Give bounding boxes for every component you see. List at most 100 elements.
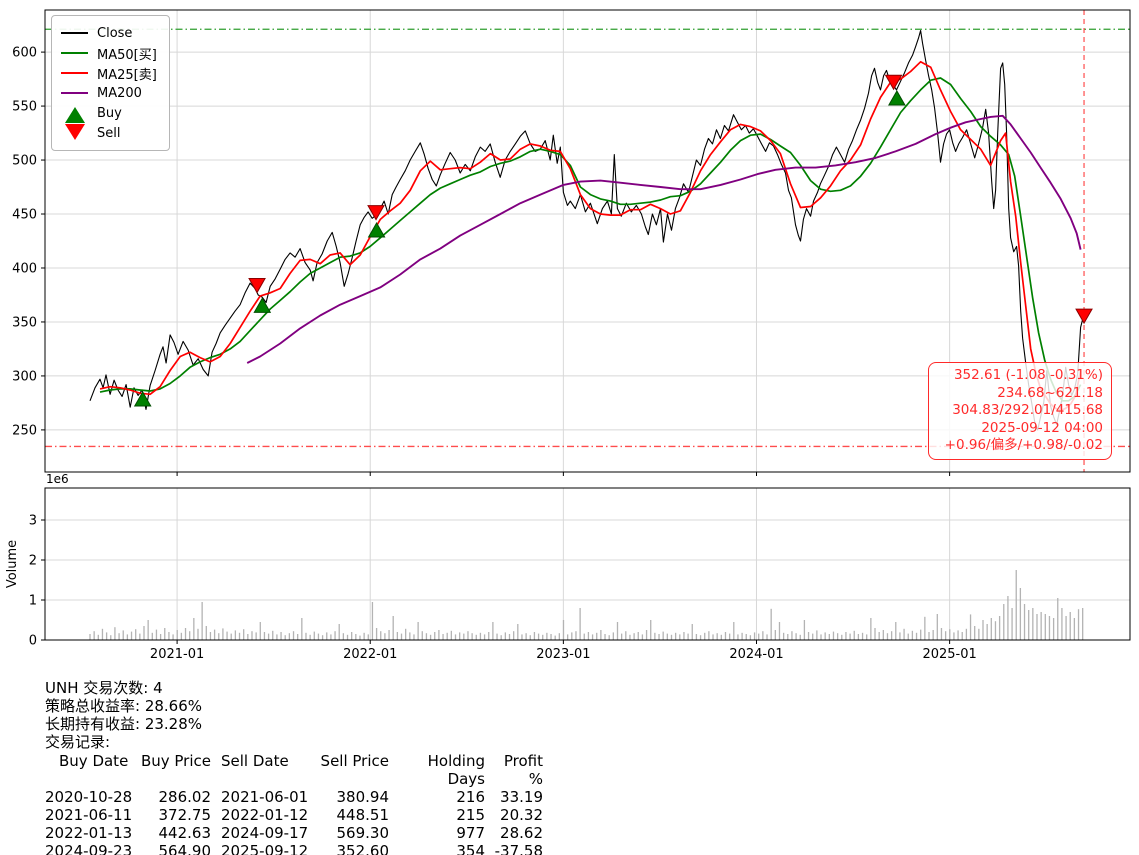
volume-bar <box>638 632 639 640</box>
trade-log-title: 交易记录: <box>45 733 543 751</box>
volume-bar <box>895 622 896 640</box>
price-ytick-label: 400 <box>12 261 37 276</box>
volume-bar <box>314 632 315 640</box>
x-tick-label: 2025-01 <box>922 647 976 662</box>
buy-marker <box>369 223 385 237</box>
legend-label: MA200 <box>97 86 142 101</box>
trade-cell: 977 <box>389 824 485 842</box>
trade-table-rows: 2020-10-28286.022021-06-01380.9421633.19… <box>45 788 543 855</box>
volume-bar <box>629 635 630 640</box>
volume-bar <box>621 634 622 640</box>
trade-cell: 569.30 <box>311 824 389 842</box>
legend-line-swatch <box>61 92 88 94</box>
volume-bar <box>280 632 281 640</box>
annotation-signal: +0.96/偏多/+0.98/-0.02 <box>937 437 1103 455</box>
volume-bar <box>908 634 909 640</box>
volume-bar <box>127 634 128 640</box>
volume-bar <box>563 620 564 640</box>
volume-bar <box>704 633 705 640</box>
volume-bar <box>509 634 510 640</box>
trade-cell: 2021-06-11 <box>45 806 137 824</box>
volume-bar <box>775 630 776 640</box>
volume-bar <box>579 608 580 640</box>
volume-bar <box>106 632 107 640</box>
volume-bar <box>231 634 232 640</box>
volume-bar <box>550 634 551 640</box>
volume-bar <box>1036 614 1037 640</box>
volume-bar <box>355 634 356 640</box>
volume-bar <box>438 630 439 640</box>
trade-cell: 448.51 <box>311 806 389 824</box>
volume-bar <box>746 634 747 640</box>
volume-ytick-label: 0 <box>29 634 37 649</box>
volume-bar <box>218 633 219 640</box>
volume-bar <box>671 635 672 640</box>
volume-bar <box>255 632 256 640</box>
volume-bar <box>538 634 539 640</box>
volume-bar <box>679 634 680 640</box>
trade-cell: 354 <box>389 842 485 855</box>
volume-bar <box>928 632 929 640</box>
annotation-price-range: 234.68~621.18 <box>937 385 1103 403</box>
volume-bar <box>521 634 522 640</box>
volume-bar <box>168 632 169 640</box>
volume-bar <box>683 632 684 640</box>
volume-bar <box>858 634 859 640</box>
volume-bar <box>405 629 406 640</box>
volume-bar <box>542 635 543 640</box>
volume-bar <box>339 624 340 640</box>
volume-bar <box>530 635 531 640</box>
volume-bar <box>455 634 456 640</box>
volume-bar <box>492 622 493 640</box>
x-tick-label: 2023-01 <box>536 647 590 662</box>
volume-bar <box>89 634 90 640</box>
volume-bar <box>899 632 900 640</box>
volume-bar <box>862 633 863 640</box>
volume-bar <box>812 634 813 640</box>
trade-col-header: Buy Price <box>137 752 211 788</box>
line-sample <box>61 92 88 94</box>
volume-bar <box>430 635 431 640</box>
volume-bar <box>700 635 701 640</box>
trade-col-header: Sell Price <box>311 752 389 788</box>
volume-bar <box>949 629 950 640</box>
volume-bar <box>816 630 817 640</box>
volume-bar <box>484 634 485 640</box>
volume-bar <box>118 633 119 640</box>
volume-bar <box>600 630 601 640</box>
volume-bar <box>372 602 373 640</box>
legend-line-swatch <box>61 52 88 54</box>
trade-cell: 286.02 <box>137 788 211 806</box>
price-ytick-label: 500 <box>12 154 37 169</box>
volume-bar <box>795 633 796 640</box>
volume-bar <box>1007 596 1008 640</box>
volume-bar <box>135 629 136 640</box>
volume-bar <box>393 616 394 640</box>
volume-bar <box>467 631 468 640</box>
volume-bar <box>1082 608 1083 640</box>
volume-bar <box>675 633 676 640</box>
volume-bar <box>588 632 589 640</box>
volume-bar <box>854 631 855 640</box>
volume-bar <box>463 634 464 640</box>
volume-bar <box>953 632 954 640</box>
trade-count-line: UNH 交易次数: 4 <box>45 679 543 697</box>
volume-bar <box>376 628 377 640</box>
trade-cell: -37.58 <box>485 842 543 855</box>
volume-bar <box>272 631 273 640</box>
volume-bar <box>717 633 718 640</box>
trade-cell: 216 <box>389 788 485 806</box>
volume-bar <box>1032 608 1033 640</box>
volume-bar <box>567 634 568 640</box>
volume-bar <box>397 632 398 640</box>
volume-bar <box>916 633 917 640</box>
volume-bar <box>642 634 643 640</box>
legend-label: Buy <box>97 106 122 121</box>
volume-bar <box>359 636 360 640</box>
trade-cell: 215 <box>389 806 485 824</box>
volume-bar <box>318 634 319 640</box>
volume-bar <box>347 635 348 640</box>
price-ytick-label: 600 <box>12 46 37 61</box>
volume-bar <box>1020 588 1021 640</box>
trade-col-header: Sell Date <box>211 752 311 788</box>
